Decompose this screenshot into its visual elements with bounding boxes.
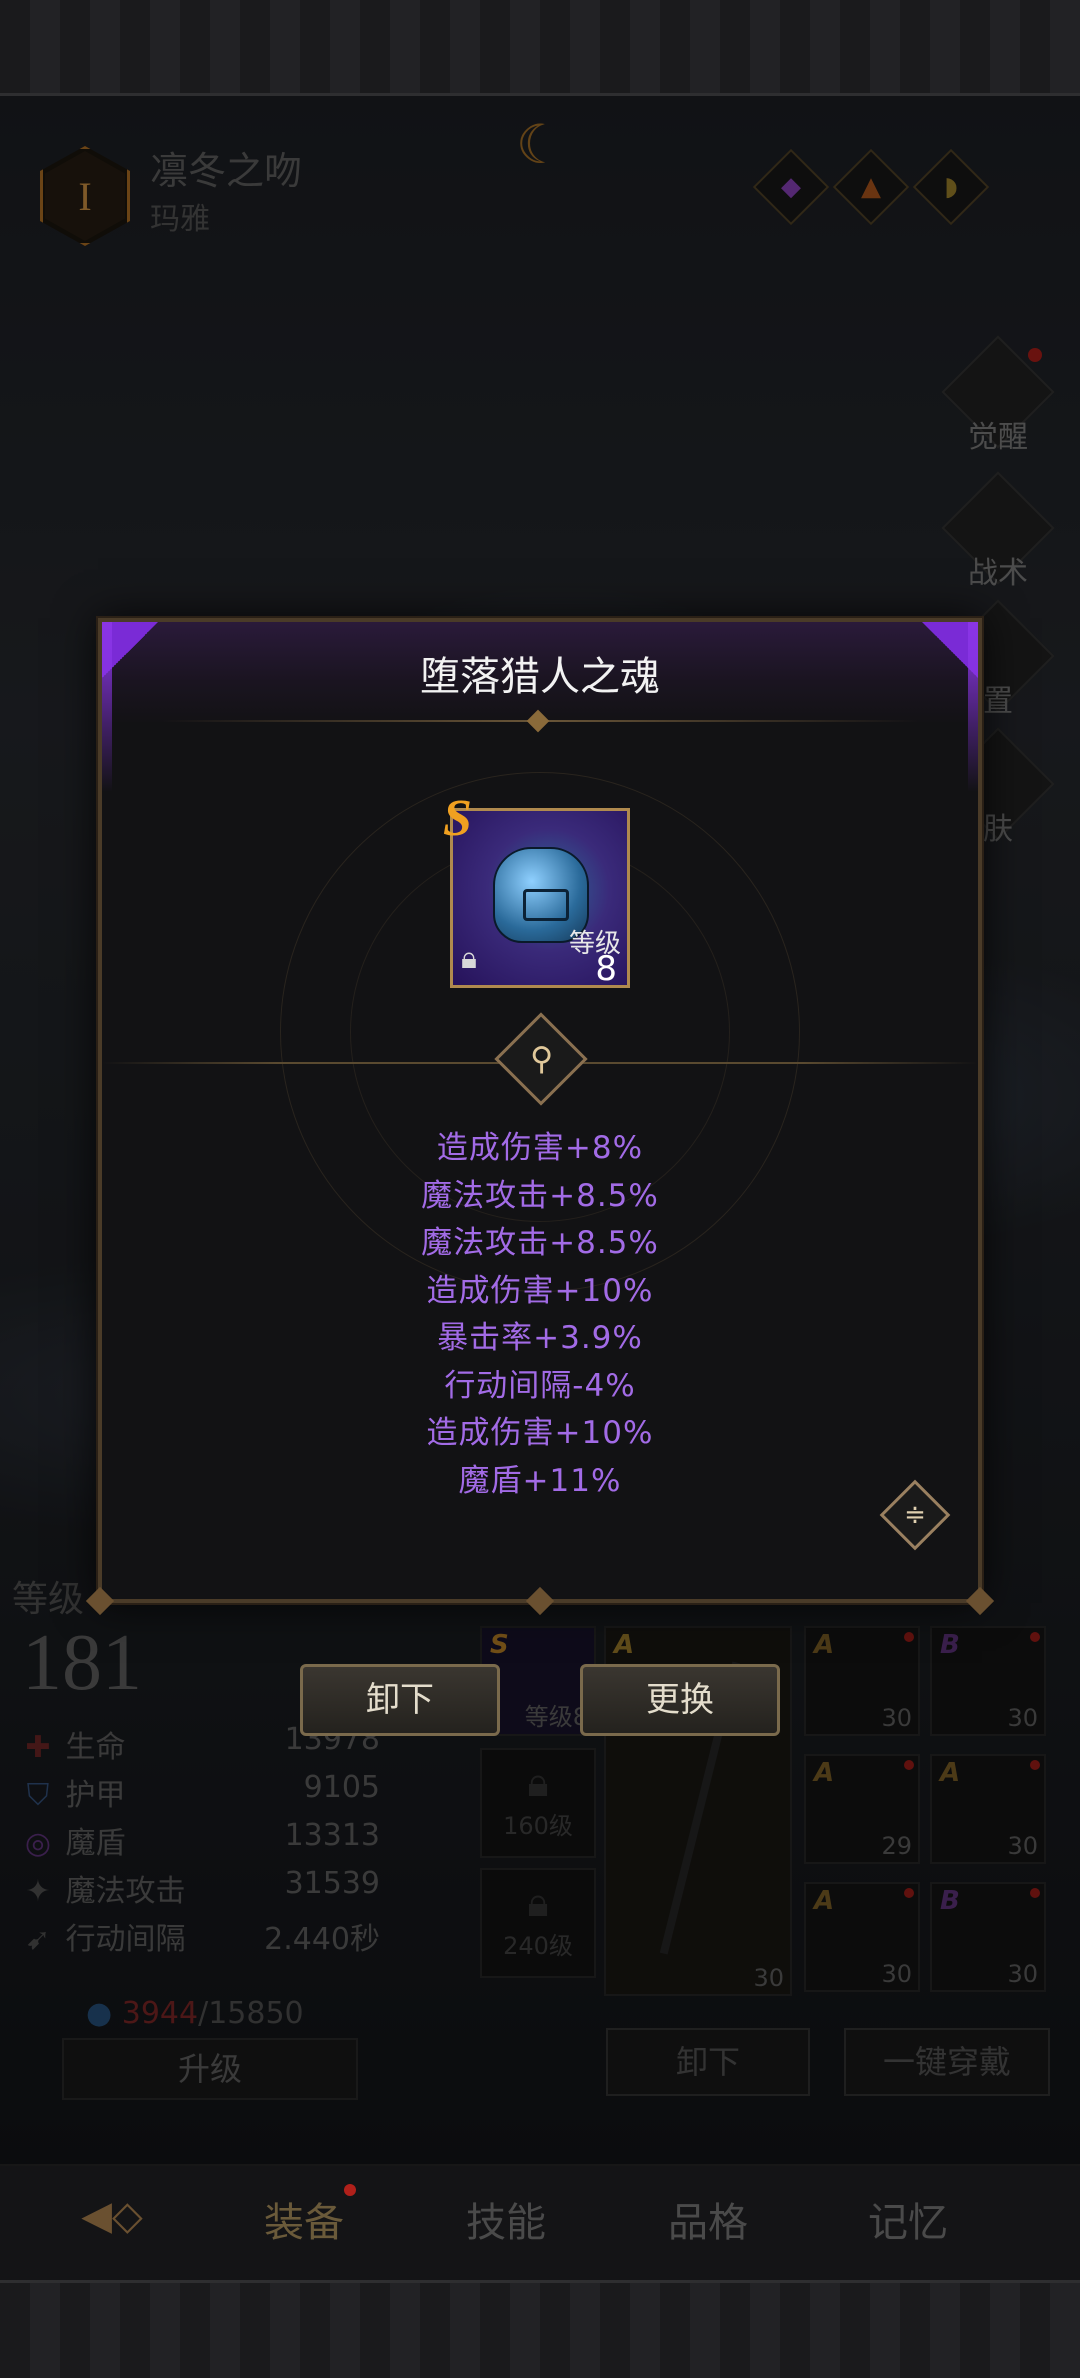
item-stat: 魔盾+11%: [458, 1462, 622, 1499]
item-stat: 魔法攻击+8.5%: [421, 1225, 659, 1261]
item-detail-modal: 堕落猎人之魂 S 🔒︎ 等级 8 ⚲ 造成伤害+8% 魔法攻击+8.5% 魔法攻…: [85, 618, 995, 1616]
tab-label: 品格: [668, 2200, 748, 2246]
item-stat: 造成伤害+10%: [426, 1415, 654, 1451]
tab-label: 技能: [466, 2200, 546, 2246]
unequip-button[interactable]: 卸下: [300, 1664, 500, 1736]
item-title: 堕落猎人之魂: [420, 654, 660, 700]
notification-dot: [344, 2184, 356, 2196]
tab-label: 装备: [264, 2200, 344, 2246]
back-button[interactable]: ◀◇: [60, 2184, 164, 2248]
top-frame: [0, 0, 1080, 96]
replace-button[interactable]: 更换: [580, 1664, 780, 1736]
item-stat: 行动间隔-4%: [444, 1367, 636, 1404]
tab-memory[interactable]: 记忆: [868, 2190, 948, 2248]
lock-icon[interactable]: 🔒︎: [461, 941, 477, 976]
magnifier-icon: ⚲: [529, 1039, 554, 1078]
tab-skills[interactable]: 技能: [466, 2190, 546, 2248]
tab-character[interactable]: 品格: [668, 2190, 748, 2248]
tab-label: 记忆: [868, 2200, 948, 2246]
item-stat-list: 造成伤害+8% 魔法攻击+8.5% 魔法攻击+8.5% 造成伤害+10% 暴击率…: [102, 1122, 978, 1502]
expand-icon: ≑: [904, 1500, 926, 1530]
item-stat: 造成伤害+10%: [426, 1272, 654, 1309]
item-stat: 魔法攻击+8.5%: [421, 1177, 659, 1214]
item-stat: 暴击率+3.9%: [437, 1320, 643, 1356]
tab-equipment[interactable]: 装备: [264, 2184, 356, 2248]
bottom-frame: [0, 2280, 1080, 2378]
item-level: 8: [595, 949, 617, 989]
item-rank: S: [443, 790, 472, 847]
item-card: S 🔒︎ 等级 8: [443, 790, 630, 989]
back-arrow-icon: ◀◇: [81, 2193, 143, 2239]
item-stat: 造成伤害+8%: [436, 1130, 644, 1166]
